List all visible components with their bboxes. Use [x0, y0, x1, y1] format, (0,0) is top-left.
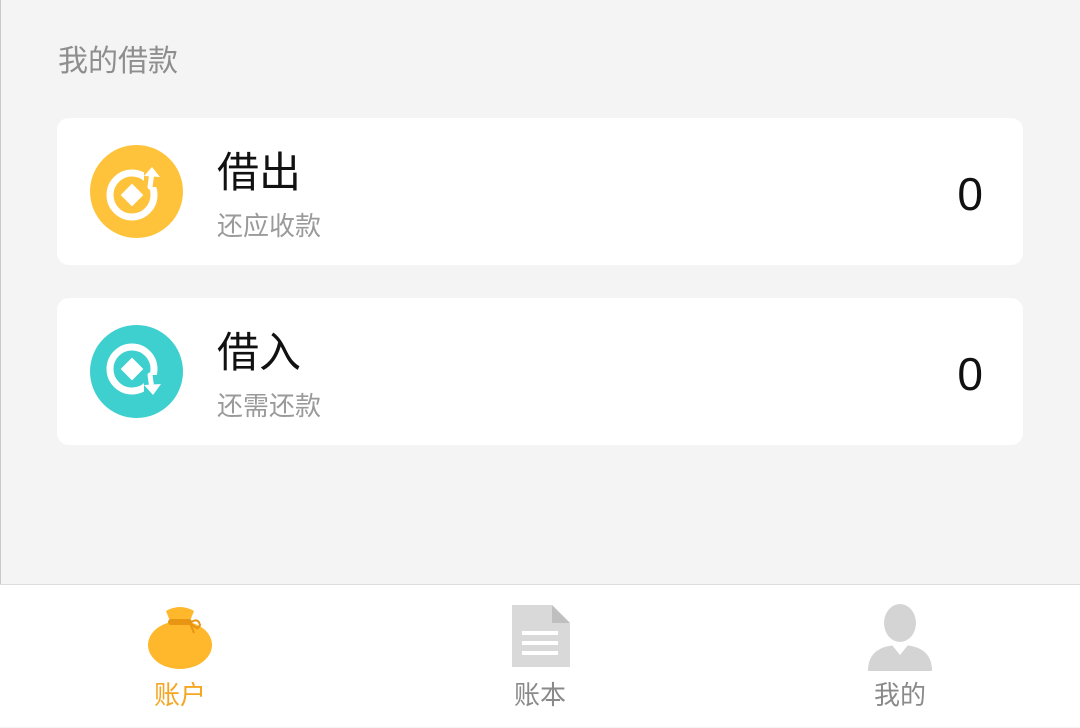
section-title: 我的借款 [58, 44, 178, 79]
borrow-title: 借入 [217, 328, 302, 377]
tab-mine-label: 我的 [873, 681, 926, 711]
user-icon [864, 601, 936, 671]
coin-arrow-up-icon [90, 145, 183, 238]
lend-subtitle: 还应收款 [217, 212, 322, 242]
tab-ledger-label: 账本 [513, 681, 566, 711]
tab-mine[interactable]: 我的 [720, 585, 1080, 728]
borrow-card[interactable]: 借入 还需还款 0 [57, 298, 1023, 445]
tab-account-label: 账户 [153, 681, 206, 711]
bottom-tab-bar: 账户 账本 我的 [0, 584, 1080, 727]
coin-arrow-down-icon [90, 325, 183, 418]
borrow-amount: 0 [957, 348, 983, 400]
lend-title: 借出 [217, 148, 302, 197]
borrow-subtitle: 还需还款 [217, 392, 322, 422]
lend-card[interactable]: 借出 还应收款 0 [57, 118, 1023, 265]
document-icon [504, 601, 576, 671]
lend-amount: 0 [957, 168, 983, 220]
tab-account[interactable]: 账户 [0, 585, 360, 728]
left-edge-divider [0, 0, 1, 585]
tab-ledger[interactable]: 账本 [360, 585, 720, 728]
money-bag-icon [144, 601, 216, 671]
